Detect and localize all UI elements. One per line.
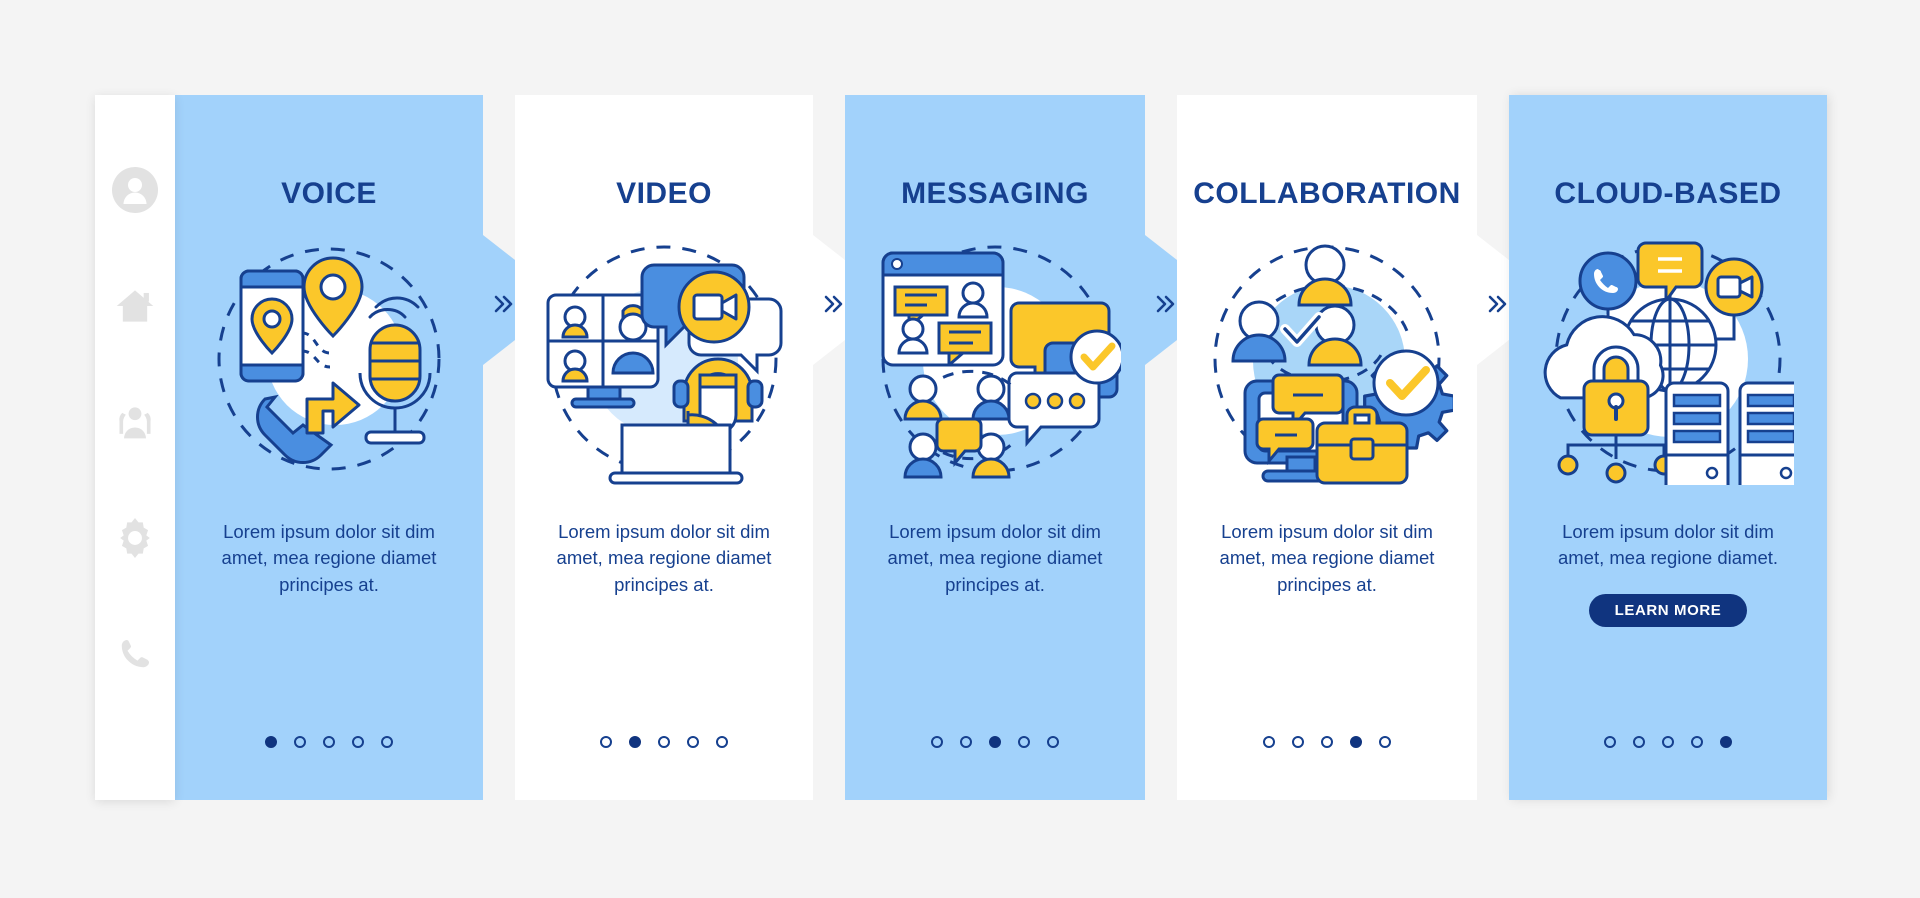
panel-video-content: VIDEO Lorem ipsum dolor sit dim amet, me… (515, 95, 813, 800)
messaging-illustration (869, 233, 1121, 485)
panel-title: VOICE (281, 177, 377, 210)
voice-illustration (203, 233, 455, 485)
panel-body-text: Lorem ipsum dolor sit dim amet, mea regi… (1557, 521, 1779, 569)
cloud-based-illustration (1542, 233, 1794, 485)
sidebar-icon-list (95, 95, 175, 800)
home-icon (115, 286, 155, 326)
panel-body-text: Lorem ipsum dolor sit dim amet, mea regi… (887, 521, 1103, 595)
panel-body-text: Lorem ipsum dolor sit dim amet, mea regi… (221, 521, 437, 595)
video-illustration (538, 233, 790, 485)
gear-icon (115, 518, 155, 558)
panel-cloud-based[interactable]: CLOUD-BASED Lorem ipsum dolor sit dim am… (1509, 95, 1827, 800)
panel-messaging[interactable]: MESSAGING Lorem ipsum dolor sit dim amet… (845, 95, 1177, 800)
panel-title: VIDEO (616, 177, 712, 210)
panel-title: CLOUD-BASED (1554, 177, 1782, 210)
onboarding-panels: VOICE Lorem ipsum dolor sit dim amet, me… (175, 95, 1827, 800)
sidebar-item-calls[interactable] (112, 631, 158, 677)
phone-icon (116, 635, 154, 673)
chevron-double-right-icon-3[interactable] (1147, 287, 1181, 321)
sidebar-item-contacts[interactable] (112, 399, 158, 445)
panel-collaboration[interactable]: COLLABORATION Lorem ipsum dolor sit dim … (1177, 95, 1509, 800)
collaboration-illustration (1201, 233, 1453, 485)
sidebar-item-account[interactable] (112, 167, 158, 213)
people-group-icon (114, 401, 156, 443)
user-avatar-icon (112, 167, 158, 213)
panel-voice[interactable]: VOICE Lorem ipsum dolor sit dim amet, me… (175, 95, 515, 800)
chevron-double-right-icon-1[interactable] (485, 287, 519, 321)
panel-voice-content: VOICE Lorem ipsum dolor sit dim amet, me… (175, 95, 483, 800)
panel-messaging-content: MESSAGING Lorem ipsum dolor sit dim amet… (845, 95, 1145, 800)
chevron-double-right-icon-2[interactable] (815, 287, 849, 321)
learn-more-button[interactable]: LEARN MORE (1588, 593, 1748, 627)
panel-cloud-based-content: CLOUD-BASED Lorem ipsum dolor sit dim am… (1509, 95, 1827, 800)
panel-title: COLLABORATION (1193, 177, 1461, 210)
sidebar-item-home[interactable] (112, 283, 158, 329)
panel-body-text: Lorem ipsum dolor sit dim amet, mea regi… (556, 521, 772, 595)
sidebar (95, 95, 175, 800)
chevron-double-right-icon-4[interactable] (1479, 287, 1513, 321)
panel-body-text: Lorem ipsum dolor sit dim amet, mea regi… (1219, 521, 1435, 595)
panel-collaboration-content: COLLABORATION Lorem ipsum dolor sit dim … (1177, 95, 1477, 800)
sidebar-item-settings[interactable] (112, 515, 158, 561)
panel-video[interactable]: VIDEO Lorem ipsum dolor sit dim amet, me… (515, 95, 845, 800)
panel-title: MESSAGING (901, 177, 1089, 210)
onboarding-stage: VOICE Lorem ipsum dolor sit dim amet, me… (95, 95, 1827, 800)
